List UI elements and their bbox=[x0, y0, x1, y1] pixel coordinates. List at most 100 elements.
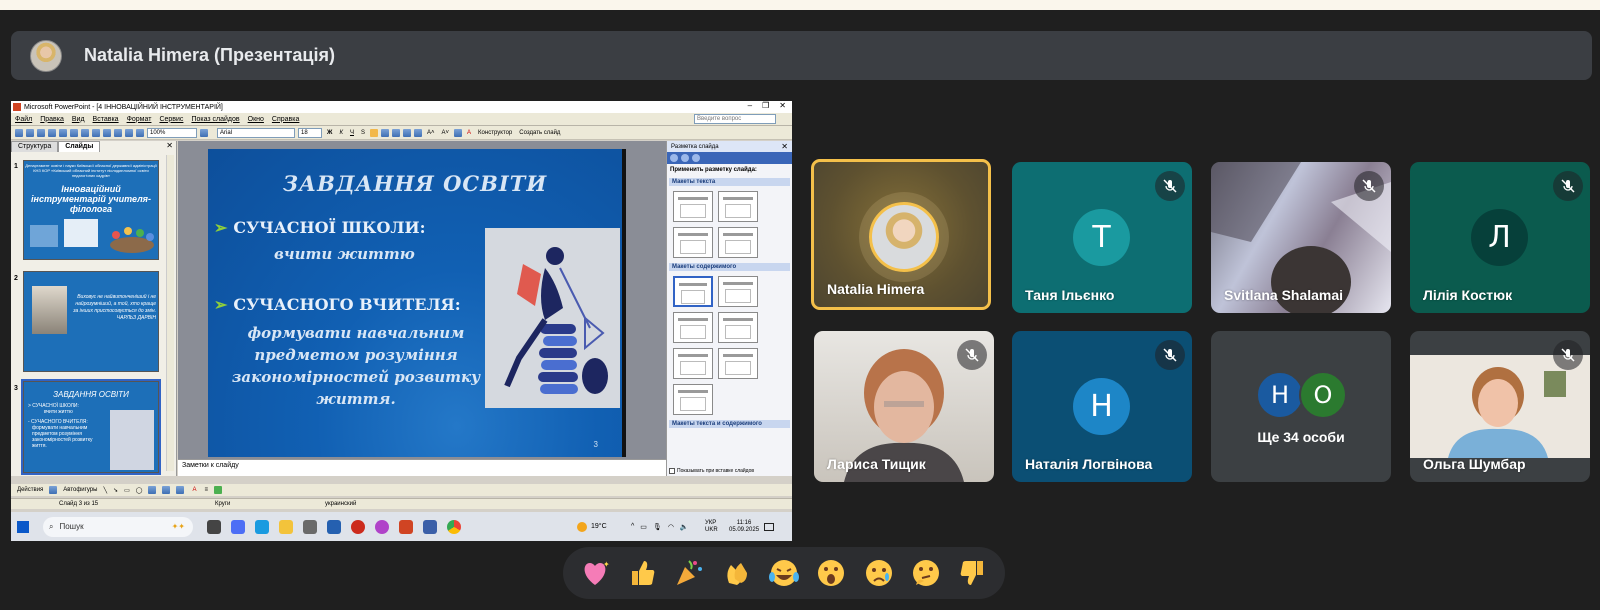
show-on-insert-checkbox[interactable] bbox=[669, 468, 675, 474]
underline-button[interactable]: Ч bbox=[348, 130, 356, 136]
layout-content-small[interactable] bbox=[673, 384, 713, 415]
bullets-icon[interactable] bbox=[414, 128, 422, 137]
party-popper-icon[interactable] bbox=[671, 555, 707, 591]
wifi-icon[interactable]: ◠ bbox=[668, 523, 674, 531]
slide-thumbnail-2[interactable]: Виховує не найвитонченіший і не найрозум… bbox=[23, 271, 159, 372]
back-icon[interactable] bbox=[670, 154, 678, 162]
minimize-icon[interactable]: – bbox=[748, 101, 752, 110]
bold-button[interactable]: Ж bbox=[325, 130, 334, 136]
menu-slideshow[interactable]: Показ слайдов bbox=[191, 116, 239, 123]
participant-tile[interactable]: Natalia Himera bbox=[811, 159, 991, 310]
textbox-icon[interactable] bbox=[148, 486, 157, 494]
sparkling-heart-icon[interactable]: ✦ bbox=[577, 555, 613, 591]
align-left-icon[interactable] bbox=[370, 128, 378, 137]
spell-icon[interactable] bbox=[70, 128, 78, 137]
menu-tools[interactable]: Сервис bbox=[159, 116, 183, 123]
slide-thumbnail-1[interactable]: Департамент освіти і науки Київської обл… bbox=[23, 160, 159, 260]
layout-title[interactable] bbox=[673, 191, 713, 222]
pointer-icon[interactable] bbox=[49, 486, 58, 494]
explorer-icon[interactable] bbox=[279, 519, 293, 534]
participant-tile[interactable]: Н Наталія Логвінова bbox=[1012, 331, 1192, 482]
more-participants-tile[interactable]: Н О Ще 34 особи bbox=[1211, 331, 1391, 482]
pane-close-icon[interactable]: ✕ bbox=[166, 141, 173, 150]
layout-two-columns[interactable] bbox=[718, 227, 758, 258]
layout-title-text[interactable] bbox=[673, 227, 713, 258]
taskbar-search[interactable]: ⌕ Пошук ✦✦ bbox=[43, 516, 193, 537]
menu-insert[interactable]: Вставка bbox=[93, 116, 119, 123]
maximize-icon[interactable]: ❐ bbox=[762, 101, 769, 110]
windows-start-icon[interactable] bbox=[17, 520, 29, 533]
slide-editor[interactable]: ЗАВДАННЯ ОСВІТИ ➢ СУЧАСНОЇ ШКОЛИ: вчити ж… bbox=[178, 141, 666, 459]
numbering-icon[interactable] bbox=[403, 128, 411, 137]
table-icon[interactable] bbox=[136, 128, 144, 137]
align-center-icon[interactable] bbox=[381, 128, 389, 137]
chrome-icon[interactable] bbox=[447, 519, 461, 534]
participant-tile[interactable]: Т Таня Ільєнко bbox=[1012, 162, 1192, 313]
opera-icon[interactable] bbox=[351, 519, 365, 534]
rectangle-icon[interactable]: ▭ bbox=[124, 487, 130, 494]
help-icon[interactable] bbox=[200, 128, 208, 137]
tab-slides[interactable]: Слайды bbox=[58, 141, 101, 152]
slide-thumbnail-3[interactable]: ЗАВДАННЯ ОСВІТИ > СУЧАСНОЇ ШКОЛИ: вчити … bbox=[21, 379, 161, 475]
copy-icon[interactable] bbox=[92, 128, 100, 137]
line-style-icon[interactable]: ≡ bbox=[205, 487, 209, 493]
participant-tile[interactable]: Svitlana Shalamai bbox=[1211, 162, 1391, 313]
powerpoint-task-icon[interactable] bbox=[399, 519, 413, 534]
home-icon[interactable] bbox=[692, 154, 700, 162]
print-icon[interactable] bbox=[48, 128, 56, 137]
thumbs-up-icon[interactable] bbox=[624, 555, 660, 591]
open-icon[interactable] bbox=[26, 128, 34, 137]
layout-four-content[interactable] bbox=[673, 348, 713, 379]
chevron-up-icon[interactable]: ^ bbox=[631, 523, 634, 530]
designer-button[interactable]: Конструктор bbox=[476, 130, 514, 136]
layout-title-four-content[interactable] bbox=[718, 348, 758, 379]
menu-edit[interactable]: Правка bbox=[40, 116, 64, 123]
align-right-icon[interactable] bbox=[392, 128, 400, 137]
shared-screen[interactable]: Microsoft PowerPoint - [4 ІННОВАЦІЙНИЙ І… bbox=[11, 101, 792, 541]
line-icon[interactable]: ╲ bbox=[103, 487, 107, 494]
paste-icon[interactable] bbox=[103, 128, 111, 137]
preview-icon[interactable] bbox=[59, 128, 67, 137]
menu-help[interactable]: Справка bbox=[272, 116, 299, 123]
arrow-icon[interactable]: ➘ bbox=[113, 487, 118, 494]
participant-tile[interactable]: Лариса Тищик bbox=[814, 331, 994, 482]
thinking-face-icon[interactable] bbox=[908, 555, 944, 591]
clapping-hands-icon[interactable] bbox=[719, 555, 755, 591]
indent-icon[interactable] bbox=[454, 128, 463, 137]
editor-icon[interactable] bbox=[423, 519, 437, 534]
zoom-select[interactable]: 100% bbox=[147, 127, 197, 138]
surprised-face-icon[interactable] bbox=[813, 555, 849, 591]
tears-of-joy-icon[interactable] bbox=[766, 555, 802, 591]
participant-tile[interactable]: Ольга Шумбар bbox=[1410, 331, 1590, 482]
presenter-header[interactable]: Natalia Himera (Презентація) bbox=[11, 31, 1592, 80]
menu-window[interactable]: Окно bbox=[248, 116, 264, 123]
redo-icon[interactable] bbox=[125, 128, 133, 137]
outlook-icon[interactable] bbox=[327, 519, 341, 534]
task-view-icon[interactable] bbox=[207, 519, 221, 534]
app-icon[interactable] bbox=[231, 519, 245, 534]
shadow-button[interactable]: S bbox=[359, 130, 367, 136]
notes-pane[interactable]: Заметки к слайду bbox=[178, 459, 666, 476]
weather-widget[interactable]: 19°C bbox=[577, 521, 607, 532]
layout-content[interactable] bbox=[718, 276, 758, 307]
show-on-insert-option[interactable]: Показывать при вставке слайдов bbox=[669, 468, 754, 474]
font-grow-button[interactable]: A˄ bbox=[425, 130, 437, 136]
undo-icon[interactable] bbox=[114, 128, 122, 137]
taskpane-close-icon[interactable]: ✕ bbox=[781, 142, 788, 151]
layout-title-only[interactable] bbox=[718, 191, 758, 222]
crying-face-icon[interactable] bbox=[861, 555, 897, 591]
new-slide-button[interactable]: Создать слайд bbox=[517, 130, 562, 136]
ask-question-input[interactable]: Введите вопрос bbox=[694, 114, 776, 124]
layout-two-content[interactable] bbox=[718, 312, 758, 343]
picture-icon[interactable] bbox=[176, 486, 185, 494]
autoshapes-menu[interactable]: Автофигуры bbox=[63, 487, 97, 493]
microphone-icon[interactable]: 🎙 bbox=[653, 523, 662, 531]
menu-format[interactable]: Формат bbox=[127, 116, 152, 123]
input-language[interactable]: УКР UKR bbox=[705, 520, 718, 534]
store-icon[interactable] bbox=[303, 519, 317, 534]
menu-view[interactable]: Вид bbox=[72, 116, 85, 123]
slides-scrollbar[interactable] bbox=[166, 155, 174, 471]
font-color-button[interactable]: A bbox=[465, 130, 473, 136]
volume-icon[interactable]: 🔈 bbox=[680, 523, 689, 531]
oval-icon[interactable]: ◯ bbox=[136, 487, 143, 494]
